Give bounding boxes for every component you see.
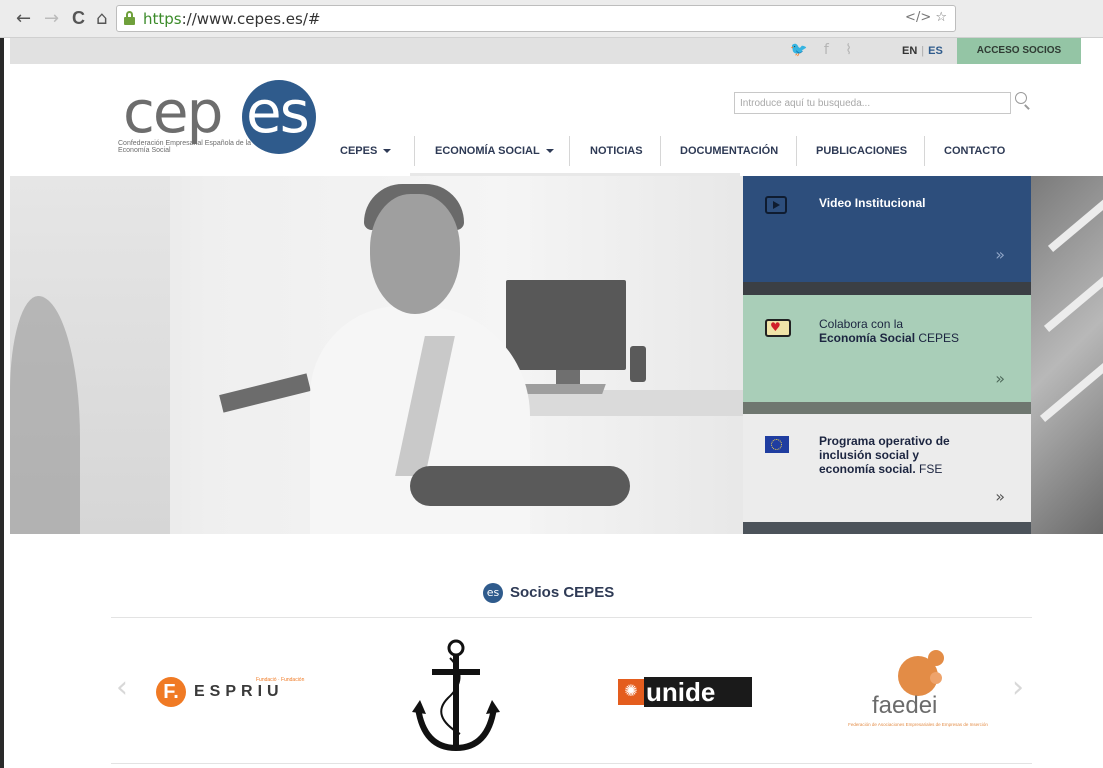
- menu-item-documentacion[interactable]: DOCUMENTACIÓN: [680, 136, 778, 168]
- window-edge: [0, 38, 4, 768]
- divider: [111, 763, 1032, 764]
- lang-es-link[interactable]: ES: [928, 45, 943, 57]
- double-chevron-right-icon[interactable]: »: [995, 369, 1005, 388]
- divider: [111, 617, 1032, 618]
- lock-icon: [124, 11, 135, 25]
- panel-video-institucional[interactable]: Video Institucional »: [743, 176, 1031, 282]
- eu-flag-icon: [765, 436, 789, 453]
- carousel-next-button[interactable]: ›: [1012, 670, 1024, 705]
- reload-button[interactable]: C: [72, 8, 85, 29]
- menu-item-publicaciones[interactable]: PUBLICACIONES: [816, 136, 907, 168]
- language-switcher: EN | ES: [902, 45, 943, 57]
- espriu-name: ESPRIU: [194, 683, 284, 700]
- carousel-prev-button[interactable]: ‹: [116, 670, 128, 705]
- panel-separator: [743, 282, 1031, 295]
- browser-toolbar: ← → C ⌂ https://www.cepes.es/# </> ☆: [0, 0, 1103, 38]
- espriu-logo[interactable]: F. Fundació · Fundación ESPRIU: [156, 675, 306, 709]
- cepes-es-icon: es: [483, 583, 503, 603]
- utility-bar: 🐦 f ⌇ EN | ES ACCESO SOCIOS: [10, 38, 1081, 64]
- lang-en-link[interactable]: EN: [902, 45, 917, 57]
- panel-video-title: Video Institucional: [819, 196, 926, 210]
- espriu-mark: F.: [156, 677, 186, 707]
- chevron-down-icon: [545, 149, 554, 154]
- search-placeholder: Introduce aquí tu busqueda...: [740, 98, 871, 109]
- logo-text-cep: cep: [123, 78, 223, 146]
- play-video-icon: [765, 196, 787, 214]
- socios-title: Socios CEPES: [510, 584, 615, 601]
- logo-subtitle: Confederación Empresarial Española de la…: [118, 140, 252, 154]
- panel-separator: [743, 402, 1031, 414]
- panel-colabora-title: Colabora con la Economía Social CEPES: [819, 317, 960, 345]
- unide-name: unide: [644, 677, 752, 707]
- faedei-subtitle: Federación de Asociaciones Empresariales…: [848, 722, 988, 727]
- panel-programa-operativo[interactable]: Programa operativo de inclusión social y…: [743, 414, 1031, 522]
- faedei-logo[interactable]: faedei Federación de Asociaciones Empres…: [846, 650, 988, 740]
- search-input[interactable]: Introduce aquí tu busqueda...: [734, 92, 1011, 114]
- double-chevron-right-icon[interactable]: »: [995, 245, 1005, 264]
- acceso-socios-button[interactable]: ACCESO SOCIOS: [957, 38, 1081, 64]
- panel-separator: [743, 522, 1031, 534]
- menu-item-contacto[interactable]: CONTACTO: [944, 136, 1005, 168]
- bookmark-star-icon[interactable]: </> ☆: [905, 10, 947, 25]
- panel-programa-title: Programa operativo de inclusión social y…: [819, 434, 950, 476]
- menu-item-noticias[interactable]: NOTICIAS: [590, 136, 643, 168]
- faedei-name: faedei: [872, 692, 938, 719]
- menu-item-economia-social[interactable]: ECONOMÍA SOCIAL: [435, 136, 554, 168]
- search-icon[interactable]: [1015, 92, 1033, 112]
- menu-item-cepes[interactable]: CEPES: [340, 136, 392, 168]
- logo-text-es: es: [246, 78, 310, 146]
- unide-logo[interactable]: ✺ unide: [618, 677, 752, 707]
- home-button[interactable]: ⌂: [96, 8, 107, 29]
- forward-button[interactable]: →: [44, 8, 59, 29]
- anchor-logo[interactable]: [410, 638, 500, 758]
- unide-mark: ✺: [618, 679, 644, 705]
- panel-colabora[interactable]: ♥ Colabora con la Economía Social CEPES …: [743, 295, 1031, 402]
- chevron-down-icon: [383, 149, 392, 154]
- double-chevron-right-icon[interactable]: »: [995, 487, 1005, 506]
- cepes-logo[interactable]: cep es Confederación Empresarial Español…: [116, 80, 316, 180]
- back-button[interactable]: ←: [16, 8, 31, 29]
- url-text: https://www.cepes.es/#: [143, 10, 321, 28]
- address-bar[interactable]: https://www.cepes.es/# </> ☆: [116, 5, 956, 32]
- heart-icon: ♥: [765, 319, 791, 337]
- social-icons[interactable]: 🐦 f ⌇: [790, 42, 858, 58]
